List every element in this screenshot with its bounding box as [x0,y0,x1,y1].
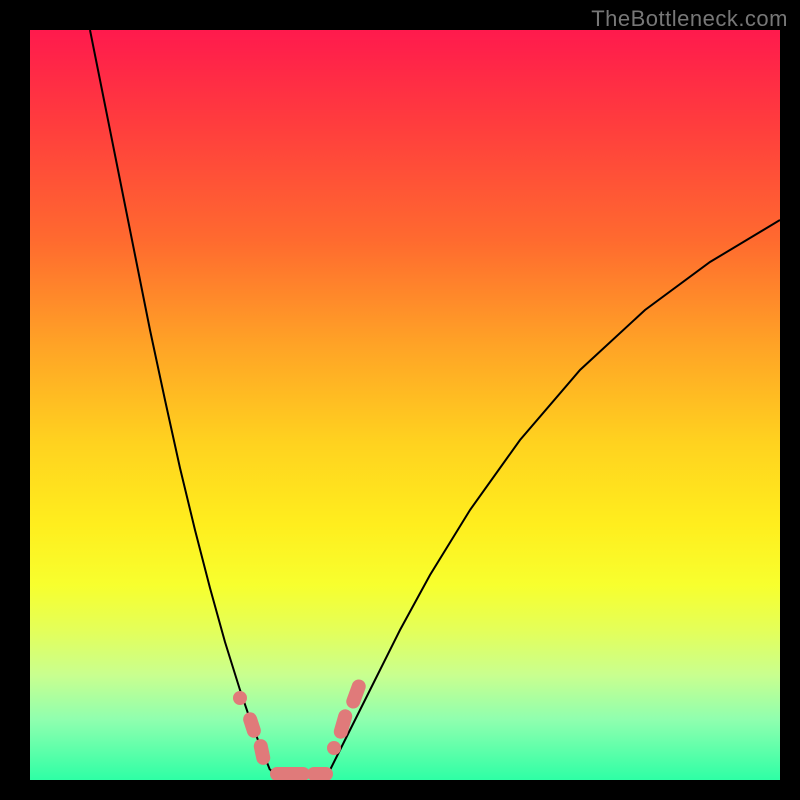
curve-left-branch [90,30,270,770]
plot-area [30,30,780,780]
marker-dot [233,691,247,705]
marker-dot [327,741,341,755]
marker-pill [270,767,310,780]
marker-pill [241,710,262,739]
marker-pill [344,678,367,711]
marker-pill [332,708,354,741]
chart-svg [30,30,780,780]
chart-frame: TheBottleneck.com [0,0,800,800]
markers-group [233,678,368,780]
watermark-text: TheBottleneck.com [591,6,788,32]
marker-pill [307,767,333,780]
marker-pill [252,738,271,766]
curve-right-branch [330,220,780,770]
